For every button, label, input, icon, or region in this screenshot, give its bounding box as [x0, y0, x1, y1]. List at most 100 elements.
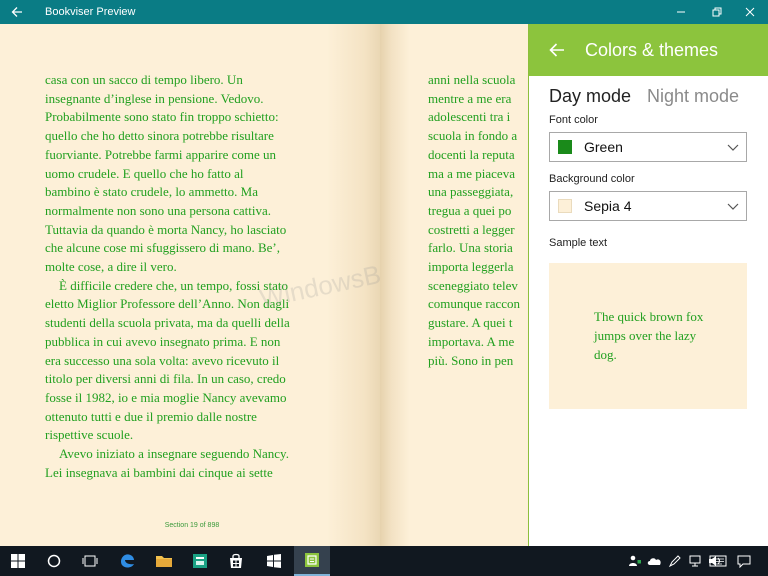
colors-themes-panel: Colors & themes Day mode Night mode Font… — [528, 24, 768, 546]
book-line: insegnante d’inglese in pensione. Vedovo… — [45, 90, 264, 106]
book-line: Lei insegnava ai bambini dai cinque ai s… — [45, 464, 273, 480]
pen-icon — [668, 555, 681, 568]
keyboard-tray[interactable] — [707, 546, 729, 576]
start-button[interactable] — [0, 546, 36, 576]
cloud-icon — [647, 558, 661, 565]
task-view-button[interactable] — [72, 546, 108, 576]
book-line: che alcune cose mi sfuggissero di mano. … — [45, 240, 281, 256]
book-line: farlo. Una storia — [428, 240, 513, 256]
sample-preview: The quick brown fox jumps over the lazy … — [549, 263, 747, 409]
book-line: uomo crudele. E quello che ho fatto al — [45, 165, 244, 181]
background-color-value: Sepia 4 — [584, 198, 632, 214]
book-line: sceneggiato telev — [428, 277, 518, 293]
restore-button[interactable] — [699, 0, 735, 24]
folder-icon — [156, 556, 172, 567]
back-arrow-icon — [11, 7, 22, 17]
panel-title: Colors & themes — [585, 40, 719, 60]
back-button[interactable] — [0, 0, 34, 24]
book-line: studenti della scuola privata, ma da que… — [45, 315, 290, 331]
bookviser-icon — [305, 553, 319, 567]
reader-area[interactable]: casa con un sacco di tempo libero. Un ins… — [0, 24, 528, 546]
book-line: Avevo iniziato a insegnare seguendo Nanc… — [59, 446, 289, 462]
edge-icon — [121, 554, 134, 568]
sample-text: The quick brown fox jumps over the lazy … — [594, 309, 704, 362]
chevron-down-icon — [727, 144, 739, 151]
cortana-button[interactable] — [36, 546, 72, 576]
book-line: Probabilmente sono stato fin troppo schi… — [45, 109, 279, 125]
book-line: scuola in fondo a — [428, 128, 518, 144]
onedrive-tray[interactable] — [645, 546, 665, 576]
font-color-swatch — [558, 140, 572, 154]
book-line: normalmente non sono una persona cattiva… — [45, 202, 271, 218]
book-line: comunque raccon — [428, 296, 521, 312]
app-tile-icon — [193, 554, 207, 568]
window-title: Bookviser Preview — [45, 6, 136, 18]
taskbar — [0, 546, 768, 576]
font-color-dropdown[interactable]: Green — [549, 132, 747, 162]
minimize-button[interactable] — [663, 0, 699, 24]
font-color-label: Font color — [549, 114, 598, 126]
right-page-text: anni nella scuola mentre a me era adolesce… — [428, 71, 520, 370]
panel-header: Colors & themes — [529, 24, 768, 76]
file-explorer-app[interactable] — [146, 546, 182, 576]
close-icon — [745, 7, 755, 17]
book-line: molte cose, a dire il vero. — [45, 259, 177, 275]
book-line: costretti a legger — [428, 221, 515, 237]
book-line: gustare. A quei t — [428, 315, 513, 331]
restore-icon — [712, 7, 722, 17]
sample-text-label: Sample text — [549, 237, 608, 249]
book-line: importava. A me — [428, 333, 515, 349]
task-view-icon — [82, 555, 98, 567]
book-line: più. Sono in pen — [428, 352, 514, 368]
book-line: eletto Miglior Professore dell’Anno. Non… — [45, 296, 290, 312]
book-line: rispettive scuole. — [45, 427, 134, 443]
keyboard-icon — [709, 555, 727, 567]
pen-tray[interactable] — [666, 546, 684, 576]
store-app[interactable] — [218, 546, 254, 576]
people-tray[interactable] — [626, 546, 644, 576]
chevron-down-icon — [727, 203, 739, 210]
book-line: È difficile credere che, un tempo, fossi… — [59, 277, 288, 293]
book-line: ma a me piaceva — [428, 165, 515, 181]
book-line: docenti la reputa — [428, 146, 515, 162]
windows-logo-icon — [11, 554, 25, 568]
book-line: importa leggerla — [428, 259, 514, 275]
green-app[interactable] — [182, 546, 218, 576]
windows-app[interactable] — [256, 546, 292, 576]
book-line: fuorviante. Potrebbe farmi apparire come… — [45, 146, 277, 162]
tab-day-mode[interactable]: Day mode — [549, 86, 631, 107]
book-line: Tuttavia da quando è morta Nancy, ho las… — [45, 221, 287, 237]
minimize-icon — [677, 11, 685, 13]
people-icon — [629, 555, 641, 566]
book-line: quello che ho detto sinora potrebbe risu… — [45, 128, 274, 144]
panel-back-button[interactable] — [545, 38, 569, 62]
right-page[interactable]: anni nella scuola mentre a me era adolesce… — [380, 24, 528, 546]
background-color-label: Background color — [549, 173, 635, 185]
action-center-button[interactable] — [734, 546, 754, 576]
book-line: adolescenti tra i — [428, 109, 511, 125]
close-button[interactable] — [732, 0, 768, 24]
left-page[interactable]: casa con un sacco di tempo libero. Un ins… — [0, 24, 471, 546]
bookviser-app[interactable] — [294, 546, 330, 576]
font-color-value: Green — [584, 139, 623, 155]
book-line: era successo una sola volta: avevo ricev… — [45, 352, 280, 368]
background-color-dropdown[interactable]: Sepia 4 — [549, 191, 747, 221]
book-line: anni nella scuola — [428, 72, 516, 87]
book-line: titolo per diversi anni di fila. In un c… — [45, 371, 286, 387]
left-page-text: casa con un sacco di tempo libero. Un ins… — [45, 71, 290, 482]
book-line: casa con un sacco di tempo libero. Un — [45, 72, 243, 87]
network-tray[interactable] — [686, 546, 704, 576]
windows-tile-icon — [267, 554, 281, 568]
cortana-icon — [47, 554, 61, 568]
notification-icon — [737, 555, 751, 568]
edge-app[interactable] — [110, 546, 146, 576]
network-icon — [689, 555, 701, 567]
background-color-swatch — [558, 199, 572, 213]
book-line: mentre a me era — [428, 90, 512, 106]
book-line: ottenuto tutti e due il premio dalle nos… — [45, 408, 257, 424]
book-line: fosse il 1982, io e mia moglie Nancy ave… — [45, 389, 287, 405]
back-arrow-icon — [549, 43, 564, 57]
book-line: bambino è stato crudele, lo ammetto. Ma — [45, 184, 258, 200]
tab-night-mode[interactable]: Night mode — [647, 86, 739, 107]
book-line: pubblica in cui avevo insegnato prima. E… — [45, 333, 281, 349]
